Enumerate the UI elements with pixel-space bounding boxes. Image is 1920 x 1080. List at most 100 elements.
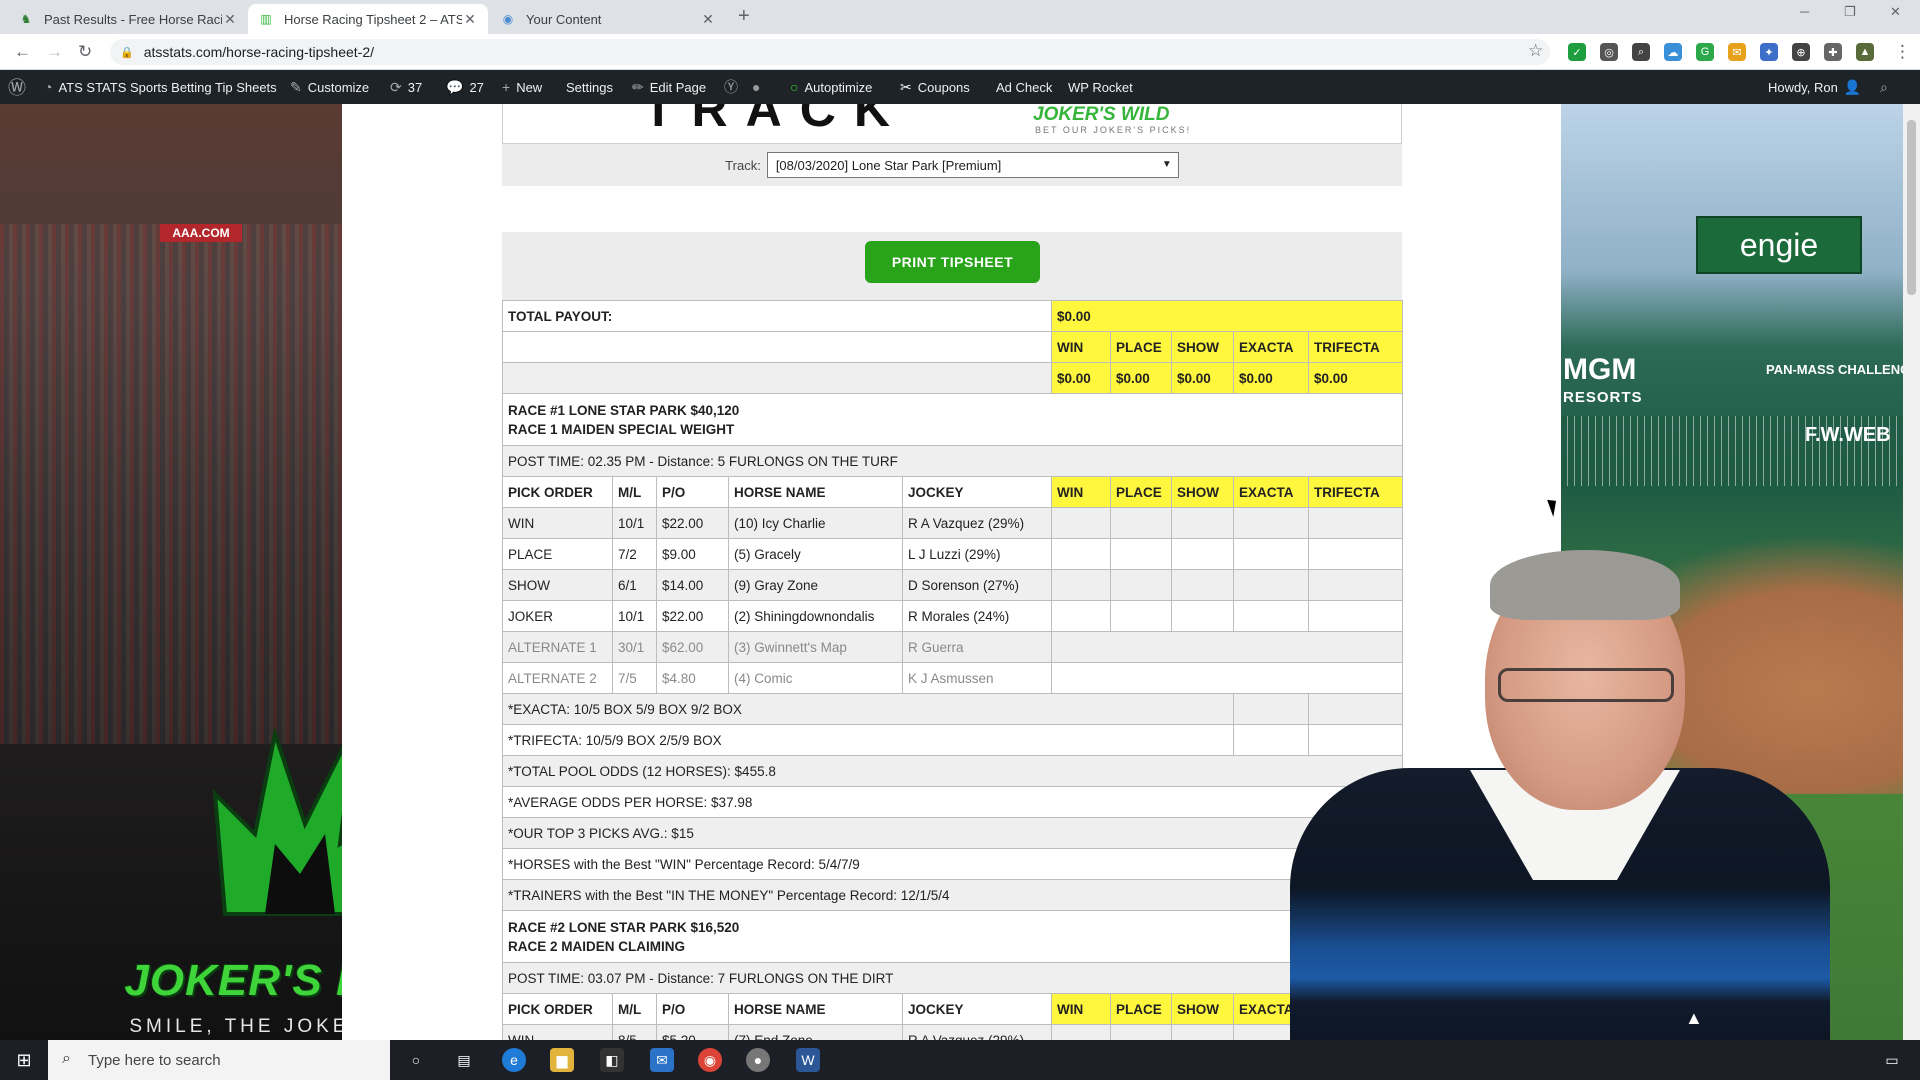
bookmark-star-icon[interactable]: ☆ [1528, 41, 1543, 61]
extension-search-icon[interactable]: ⌕ [1632, 43, 1650, 61]
close-icon[interactable]: ✕ [222, 11, 238, 28]
pencil-icon: ✏ [632, 78, 644, 95]
tab-past-results[interactable]: ♞ Past Results - Free Horse Racing ✕ [8, 4, 248, 34]
joker-hat-logo-icon [212, 726, 342, 916]
stadium-sign-panmass: PAN-MASS CHALLENGE [1766, 362, 1919, 377]
cortana-icon[interactable]: ○ [404, 1048, 428, 1072]
extension-cloud-icon[interactable]: ☁ [1664, 43, 1682, 61]
wp-edit-page[interactable]: ✏ Edit Page [632, 70, 706, 104]
jokers-wild-heading: JOKER'S WILD [1033, 104, 1170, 125]
stadium-sign-engie: engie [1696, 216, 1862, 274]
extension-zoom-icon[interactable]: ⊕ [1792, 43, 1810, 61]
presenter-glasses [1498, 668, 1674, 702]
extension-puzzle-color-icon[interactable]: ✦ [1760, 43, 1778, 61]
forward-icon[interactable]: → [46, 42, 63, 62]
stadium-sign: AAA.COM [160, 224, 242, 242]
jokers-wild-subheading: BET OUR JOKER'S PICKS! [1035, 125, 1192, 135]
search-icon: ⌕ [62, 1050, 71, 1067]
wordpress-logo-icon[interactable]: Ⓦ [8, 70, 32, 104]
browser-menu-icon[interactable]: ⋮ [1894, 42, 1911, 62]
extensions-puzzle-icon[interactable]: ✚ [1824, 43, 1842, 61]
word-icon[interactable]: W [796, 1048, 820, 1072]
browser-tab-bar: ♞ Past Results - Free Horse Racing ✕ ▥ H… [0, 0, 1920, 34]
jokers-picks-brand: JOKER'S PICKS [124, 956, 342, 1005]
close-icon[interactable]: ✕ [462, 11, 478, 28]
wp-rocket[interactable]: WP Rocket [1068, 70, 1133, 104]
windows-start-icon[interactable]: ⊞ [12, 1048, 36, 1072]
extension-mail-icon[interactable]: ✉ [1728, 43, 1746, 61]
wp-admin-bar: Ⓦ ◔ ATS STATS Sports Betting Tip Sheets ✎… [0, 70, 1920, 104]
wp-autoptimize[interactable]: ○ Autoptimize [790, 70, 872, 104]
taskbar-search-input[interactable]: ⌕ Type here to search [48, 1040, 390, 1080]
yoast-icon[interactable]: Ⓨ [724, 70, 744, 104]
url-text: atsstats.com/horse-racing-tipsheet-2/ [143, 44, 375, 60]
lock-icon: 🔒 [120, 46, 134, 59]
payout-total-row: TOTAL PAYOUT: $0.00 [501, 300, 1404, 332]
mail-icon[interactable]: ✉ [650, 1048, 674, 1072]
wp-howdy-user[interactable]: Howdy, Ron 👤 [1768, 70, 1867, 104]
stadium-sign-fwweb: F.W.WEB [1805, 424, 1891, 446]
back-icon[interactable]: ← [14, 42, 31, 62]
payout-values-row: $0.00 $0.00 $0.00 $0.00 $0.00 [501, 362, 1404, 394]
notifications-icon[interactable]: ▭ [1880, 1048, 1904, 1072]
presenter-hair [1490, 550, 1680, 620]
wp-site-name[interactable]: ◔ ATS STATS Sports Betting Tip Sheets [44, 70, 277, 104]
recorder-app-icon[interactable]: ● [746, 1048, 770, 1072]
print-area: PRINT TIPSHEET [502, 232, 1402, 300]
store-icon[interactable]: ◧ [600, 1048, 624, 1072]
wp-ad-check[interactable]: Ad Check [996, 70, 1052, 104]
extension-headphones-icon[interactable]: ◎ [1600, 43, 1618, 61]
race-1-column-header-row: PICK ORDER M/L P/O HORSE NAME JOCKEY WIN… [502, 476, 1404, 508]
windows-taskbar: ⊞ ⌕ Type here to search ○ ▤ e ▆ ◧ ✉ ◉ ● … [0, 1040, 1920, 1080]
race-1-post-time-row: POST TIME: 02.35 PM - Distance: 5 FURLON… [501, 445, 1404, 477]
minimize-icon[interactable]: ─ [1800, 4, 1809, 19]
extension-check-icon[interactable]: ✓ [1568, 43, 1586, 61]
extension-grammar-icon[interactable]: G [1696, 43, 1714, 61]
wp-comments[interactable]: 💬 27 [446, 70, 484, 104]
tab-your-content[interactable]: ◉ Your Content ✕ [490, 4, 726, 34]
updates-icon: ⟳ [390, 78, 402, 95]
stadium-sign-mgm: MGM RESORTS [1563, 353, 1643, 407]
wp-updates[interactable]: ⟳ 37 [390, 70, 422, 104]
close-icon[interactable]: ✕ [700, 11, 716, 28]
shirt-logo-icon: ▲ [1685, 1008, 1703, 1028]
reload-icon[interactable]: ↻ [78, 42, 92, 62]
payout-header-row: WIN PLACE SHOW EXACTA TRIFECTA [501, 331, 1404, 363]
user-avatar-icon: 👤 [1843, 78, 1862, 95]
globe-favicon-icon: ◉ [502, 12, 514, 26]
ats-favicon-icon: ▥ [260, 12, 272, 26]
circle-status-icon: ○ [790, 79, 799, 95]
file-explorer-icon[interactable]: ▆ [550, 1048, 574, 1072]
chrome-icon[interactable]: ◉ [698, 1048, 722, 1072]
browser-toolbar: ← → ↻ 🔒 atsstats.com/horse-racing-tipshe… [0, 34, 1920, 70]
restore-icon[interactable]: ❐ [1844, 4, 1856, 20]
scrollbar-thumb[interactable] [1907, 120, 1916, 295]
plus-icon: + [502, 79, 511, 95]
window-close-icon[interactable]: ✕ [1890, 4, 1901, 20]
tab-horse-racing-tipsheet[interactable]: ▥ Horse Racing Tipsheet 2 – ATS ST ✕ [248, 4, 488, 34]
track-heading: TRACK [643, 104, 908, 137]
new-tab-icon[interactable]: + [738, 5, 750, 28]
horse-favicon-icon: ♞ [20, 12, 32, 26]
track-select[interactable]: [08/03/2020] Lone Star Park [Premium] ▼ [766, 152, 1179, 178]
brush-icon: ✎ [290, 78, 302, 95]
edge-browser-icon[interactable]: e [502, 1048, 526, 1072]
profile-avatar[interactable]: ▲ [1856, 43, 1874, 61]
wp-customize[interactable]: ✎ Customize [290, 70, 369, 104]
left-side-ad[interactable]: AAA.COM JOKER'S PICKS SMILE, THE JOKER D… [0, 104, 342, 1040]
wp-coupons[interactable]: ✂ Coupons [900, 70, 970, 104]
address-bar[interactable]: 🔒 atsstats.com/horse-racing-tipsheet-2/ [110, 39, 1550, 65]
jokers-picks-tagline: SMILE, THE JOKER DID IT! [129, 1016, 342, 1037]
wp-search-icon[interactable]: ⌕ [1880, 70, 1894, 104]
track-label: Track: [725, 157, 761, 173]
dashboard-icon: ◔ [44, 79, 53, 95]
track-selector-row: Track: [08/03/2020] Lone Star Park [Prem… [502, 144, 1402, 186]
wp-settings[interactable]: Settings [566, 70, 613, 104]
task-view-icon[interactable]: ▤ [452, 1048, 476, 1072]
print-tipsheet-button[interactable]: PRINT TIPSHEET [865, 241, 1040, 283]
chevron-down-icon: ▼ [1161, 159, 1172, 170]
table-row: WIN 10/1 $22.00 (10) Icy Charlie R A Vazquez… [502, 507, 1404, 539]
wp-new[interactable]: + New [502, 70, 542, 104]
scissors-icon: ✂ [900, 78, 912, 95]
page-scrollbar[interactable] [1903, 104, 1920, 1040]
